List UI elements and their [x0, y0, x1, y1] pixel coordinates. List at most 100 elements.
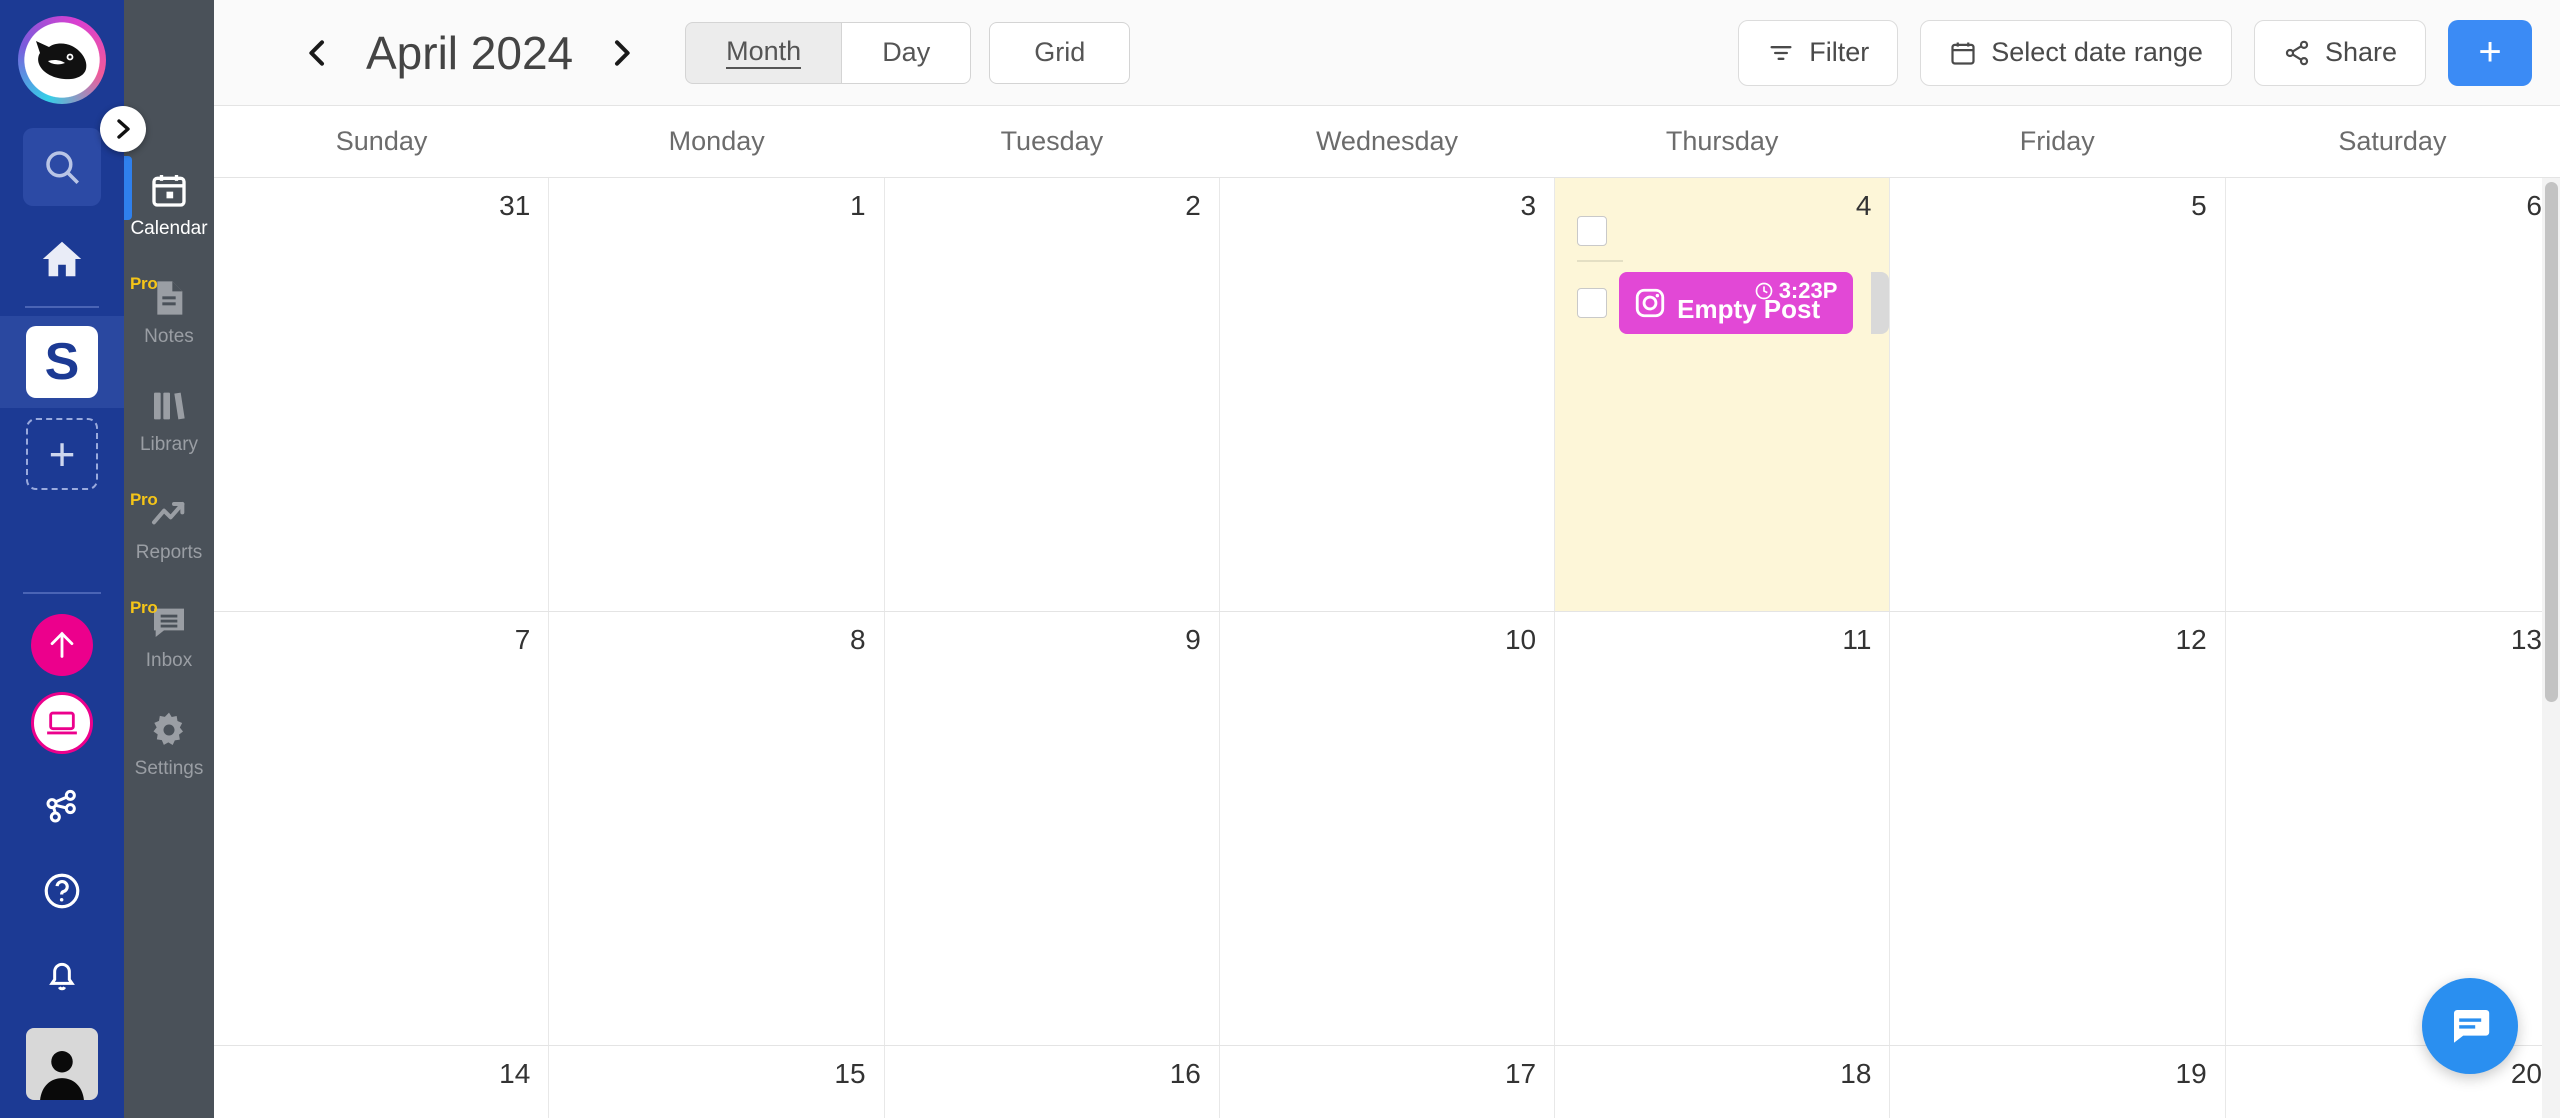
- day-cell[interactable]: 15: [549, 1046, 885, 1118]
- calendar-icon: [149, 168, 189, 212]
- event-card[interactable]: Empty Post 3:23P: [1619, 272, 1854, 334]
- add-workspace-button[interactable]: +: [26, 418, 98, 490]
- day-cell[interactable]: 12: [1890, 612, 2226, 1045]
- cat-logo-icon: [36, 41, 87, 80]
- select-date-range-button[interactable]: Select date range: [1920, 19, 2232, 86]
- day-cell[interactable]: 2: [885, 178, 1220, 611]
- day-cell[interactable]: 16: [885, 1046, 1220, 1118]
- day-cell[interactable]: 14: [214, 1046, 550, 1118]
- sidebar-item-notes[interactable]: Pro Notes: [124, 258, 214, 366]
- search-icon: [46, 151, 79, 184]
- tab-day[interactable]: Day: [842, 21, 972, 84]
- share-button[interactable]: Share: [2253, 19, 2426, 86]
- day-cell[interactable]: 7: [214, 612, 550, 1045]
- upload-arrow-icon: [50, 631, 74, 658]
- event-time: 3:23P: [1754, 278, 1838, 304]
- bell-icon: [49, 962, 75, 991]
- cell-divider: [1577, 260, 1624, 262]
- day-number: 3: [1520, 190, 1537, 221]
- pro-badge: Pro: [130, 490, 158, 509]
- dow-sunday: Sunday: [335, 126, 428, 156]
- instagram-icon: [1633, 286, 1667, 320]
- sidebar-item-label: Reports: [135, 542, 203, 563]
- next-month-button[interactable]: [595, 27, 647, 79]
- upload-button[interactable]: [31, 614, 93, 676]
- day-cell[interactable]: 20: [2226, 1046, 2560, 1118]
- avatar[interactable]: [26, 1028, 98, 1100]
- day-checkbox[interactable]: [1577, 216, 1608, 246]
- day-cell[interactable]: 31: [214, 178, 550, 611]
- pro-badge: Pro: [130, 598, 158, 617]
- chat-support-button[interactable]: [2422, 978, 2518, 1074]
- home-icon: [42, 241, 82, 277]
- workspace-brand-button[interactable]: S: [0, 316, 124, 408]
- event-time-label: 3:23P: [1778, 278, 1838, 303]
- day-cell[interactable]: 19: [1890, 1046, 2226, 1118]
- sidebar-item-label: Calendar: [130, 218, 208, 239]
- primary-sidebar: S +: [0, 0, 124, 1118]
- filter-button[interactable]: Filter: [1738, 19, 1899, 86]
- scrollbar-thumb[interactable]: [2545, 182, 2558, 702]
- day-number: 19: [2175, 1058, 2207, 1089]
- tab-day-label: Day: [882, 37, 931, 67]
- tab-month-label: Month: [726, 36, 802, 69]
- tab-grid[interactable]: Grid: [989, 21, 1131, 84]
- help-circle-icon: [44, 873, 80, 909]
- dow-thursday: Thursday: [1665, 126, 1779, 156]
- day-number: 9: [1185, 624, 1201, 655]
- day-cell[interactable]: 8: [549, 612, 885, 1045]
- dow-saturday: Saturday: [2338, 126, 2447, 156]
- day-cell[interactable]: 13: [2226, 612, 2560, 1045]
- tab-month[interactable]: Month: [685, 21, 843, 84]
- day-cell[interactable]: 9: [885, 612, 1220, 1045]
- expand-sidebar-button[interactable]: [100, 106, 146, 152]
- calendar-toolbar: April 2024 Month Day Grid Filter Select …: [214, 0, 2560, 106]
- day-cell[interactable]: 1: [549, 178, 885, 611]
- sidebar-item-reports[interactable]: Pro Reports: [124, 474, 214, 582]
- day-number: 31: [499, 190, 531, 221]
- rail-divider-bottom: [23, 592, 101, 594]
- dow-monday: Monday: [668, 126, 765, 156]
- day-cell[interactable]: 3: [1220, 178, 1556, 611]
- sidebar-item-settings[interactable]: Settings: [124, 690, 214, 798]
- day-of-week-header: Sunday Monday Tuesday Wednesday Thursday…: [214, 106, 2560, 178]
- day-number: 4: [1855, 190, 1872, 221]
- day-number: 2: [1185, 190, 1201, 221]
- chat-icon: [2454, 1010, 2490, 1043]
- chevron-left-icon: [309, 39, 324, 66]
- event-resize-handle[interactable]: [1871, 272, 1890, 334]
- sidebar-item-calendar[interactable]: Calendar: [124, 150, 214, 258]
- sidebar-item-inbox[interactable]: Pro Inbox: [124, 582, 214, 690]
- network-button[interactable]: [31, 776, 93, 838]
- day-cell[interactable]: 18: [1555, 1046, 1891, 1118]
- day-number: 14: [499, 1058, 531, 1089]
- dow-tuesday: Tuesday: [1000, 126, 1104, 156]
- home-button[interactable]: [23, 220, 101, 298]
- day-cell[interactable]: 17: [1220, 1046, 1556, 1118]
- day-number: 17: [1504, 1058, 1537, 1089]
- day-cell[interactable]: 6: [2226, 178, 2560, 611]
- dow-wednesday: Wednesday: [1315, 126, 1459, 156]
- help-button[interactable]: [31, 860, 93, 922]
- screen-button[interactable]: [31, 692, 93, 754]
- sidebar-item-library[interactable]: Library: [124, 366, 214, 474]
- filter-label: Filter: [1809, 37, 1870, 67]
- day-number: 6: [2526, 190, 2542, 221]
- search-button[interactable]: [23, 128, 101, 206]
- day-cell-selected[interactable]: 4 Empty Post 3:23P: [1555, 178, 1891, 611]
- app-logo-inner: [26, 24, 98, 96]
- day-cell[interactable]: 5: [1890, 178, 2226, 611]
- day-cell[interactable]: 11: [1555, 612, 1891, 1045]
- day-number: 12: [2175, 624, 2207, 655]
- workspace-brand-letter: S: [26, 326, 98, 398]
- vertical-scrollbar[interactable]: [2542, 178, 2560, 1118]
- chevron-right-icon: [117, 119, 130, 139]
- prev-month-button[interactable]: [292, 27, 344, 79]
- day-cell[interactable]: 10: [1220, 612, 1556, 1045]
- dow-friday: Friday: [2019, 126, 2095, 156]
- add-post-button[interactable]: +: [2448, 19, 2532, 86]
- app-logo[interactable]: [18, 16, 106, 104]
- day-number: 11: [1842, 624, 1872, 655]
- event-checkbox[interactable]: [1577, 288, 1608, 318]
- notifications-button[interactable]: [31, 944, 93, 1006]
